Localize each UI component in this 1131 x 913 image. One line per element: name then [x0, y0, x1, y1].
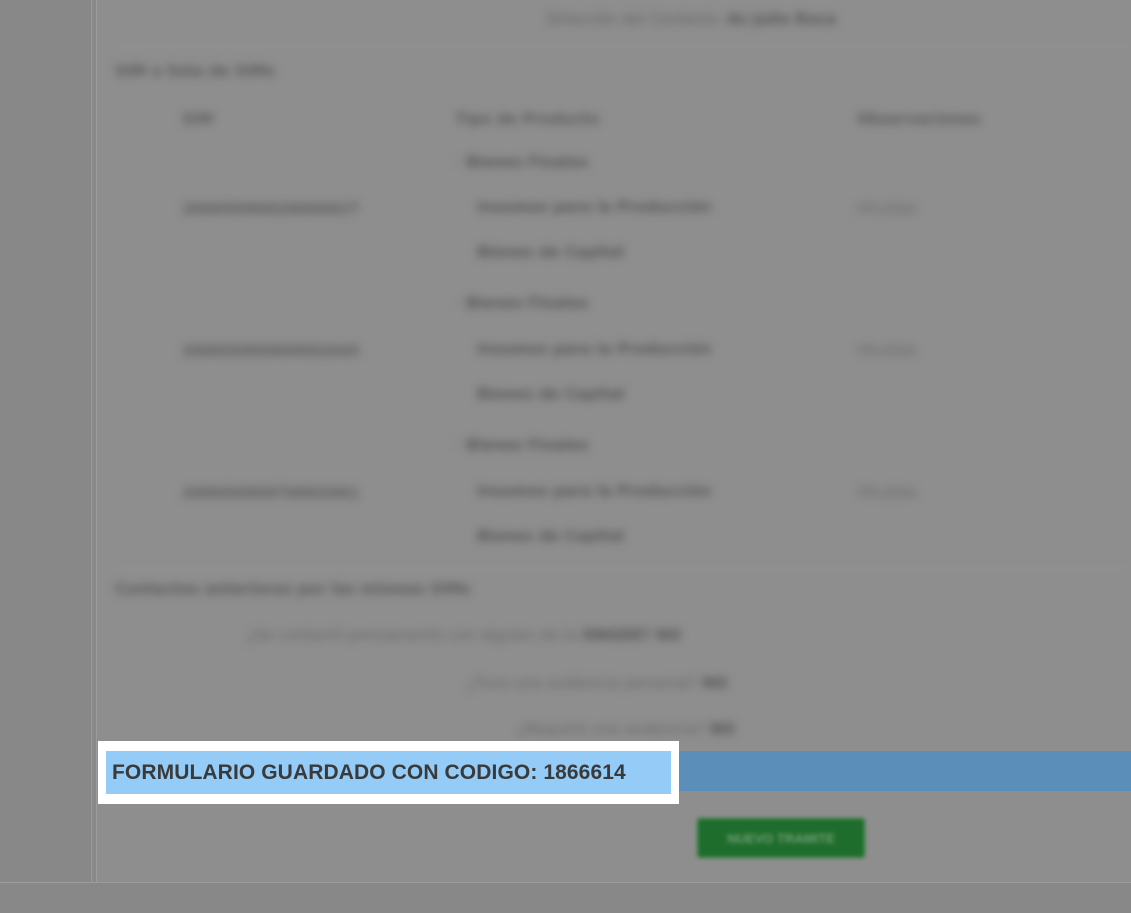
contact-address-value: Av Julio Roca [726, 10, 836, 28]
product-option: · Bienes Finales [455, 153, 589, 171]
confirmation-bar [676, 751, 1131, 791]
product-option: Insumos para la Producción [477, 340, 712, 358]
observations-value: PRUEBA [857, 342, 918, 360]
observations-value: PRUEBA [857, 200, 918, 218]
left-gutter [0, 0, 92, 913]
product-option: Bienes de Capital [477, 527, 625, 545]
sim-code: 20005090000002045 [182, 342, 360, 360]
product-option: Insumos para la Producción [477, 482, 712, 500]
column-header-product-type: Tipo de Producto [455, 110, 600, 128]
product-option: Bienes de Capital [477, 385, 625, 403]
new-procedure-button[interactable]: NUEVO TRAMITE [697, 818, 865, 858]
sim-code: 20005090970002061 [182, 484, 360, 502]
question-strong-text: ONGDE? [582, 626, 652, 644]
bottom-gutter [0, 882, 1131, 913]
confirmation-message-box: FORMULARIO GUARDADO CON CODIGO: 1866614 [106, 751, 671, 794]
question-answer: NO [709, 720, 736, 738]
column-header-sim: SIM [182, 110, 214, 128]
sim-code: 20005090020000027 [182, 200, 360, 218]
confirmation-highlight: FORMULARIO GUARDADO CON CODIGO: 1866614 [98, 741, 679, 804]
screen: Dirección del Contacto: Av Julio Roca SI… [0, 0, 1131, 913]
question-answer: NO [655, 626, 682, 644]
contact-address-label: Dirección del Contacto: [547, 10, 723, 28]
product-option: · Bienes Finales [455, 294, 589, 312]
sim-section-title: SIM o lista de SIMs [115, 62, 276, 80]
question-label: ¿Requirió una audiencia? [517, 720, 706, 738]
previous-contacts-title: Contactos anteriores por las mismas SIMs [115, 580, 471, 598]
question-row: ¿Requirió una audiencia? NO [517, 720, 735, 738]
product-option: Bienes de Capital [477, 243, 625, 261]
question-label: ¿Se contactó previamente con alguien de … [247, 626, 578, 644]
section-divider [112, 568, 1131, 569]
question-label: ¿Tuvo una audiencia personal? [467, 674, 698, 692]
section-divider [112, 46, 1131, 47]
observations-value: PRUEBA [857, 484, 918, 502]
question-row: ¿Tuvo una audiencia personal? NO [467, 674, 727, 692]
question-row: ¿Se contactó previamente con alguien de … [247, 626, 681, 644]
contact-address-row: Dirección del Contacto: Av Julio Roca [547, 10, 836, 28]
question-answer: NO [702, 674, 728, 692]
product-option: · Bienes Finales [455, 436, 589, 454]
product-option: Insumos para la Producción [477, 198, 712, 216]
confirmation-message: FORMULARIO GUARDADO CON CODIGO: 1866614 [112, 760, 626, 784]
column-header-observations: Observaciones [857, 110, 982, 128]
